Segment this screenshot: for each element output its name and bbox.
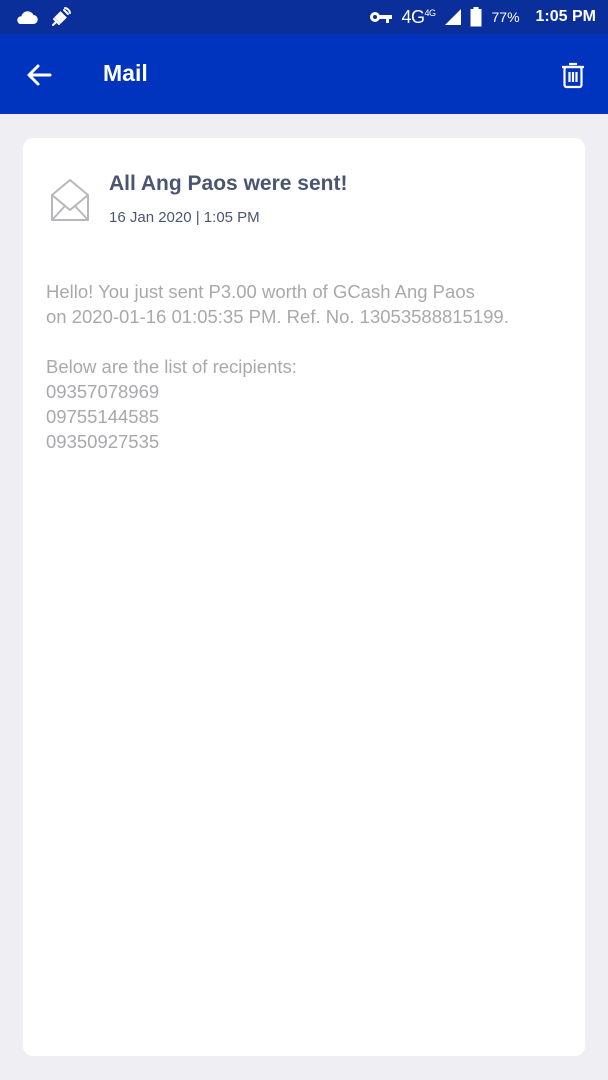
- back-button[interactable]: [22, 58, 56, 92]
- app-bar: Mail: [0, 34, 608, 114]
- status-left-icons: [14, 6, 72, 28]
- open-envelope-icon: [51, 179, 89, 221]
- cloud-icon: [17, 11, 38, 25]
- mail-card: All Ang Paos were sent! 16 Jan 2020 | 1:…: [23, 138, 585, 1056]
- page-title: Mail: [103, 60, 148, 86]
- recipient-number: 09755144585: [46, 406, 160, 427]
- status-bar: 4G4G 77% 1:05 PM: [0, 0, 608, 34]
- status-right-icons: 4G4G 77% 1:05 PM: [369, 0, 596, 34]
- mail-body: Hello! You just sent P3.00 worth of GCas…: [46, 279, 566, 454]
- recipients-heading: Below are the list of recipients:: [46, 356, 297, 377]
- status-time: 1:05 PM: [535, 8, 596, 25]
- arrow-left-icon: [27, 64, 52, 86]
- recipient-number: 09357078969: [46, 381, 160, 402]
- mail-date: 16 Jan 2020 | 1:05 PM: [109, 209, 260, 226]
- satellite-icon: [52, 7, 71, 26]
- mail-body-line: Hello! You just sent P3.00 worth of GCas…: [46, 281, 475, 302]
- network-type: 4G4G: [401, 6, 436, 27]
- recipient-number: 09350927535: [46, 431, 160, 452]
- mail-subject: All Ang Paos were sent!: [109, 172, 348, 195]
- mail-body-line: on 2020-01-16 01:05:35 PM. Ref. No. 1305…: [46, 306, 509, 327]
- delete-button[interactable]: [556, 58, 590, 92]
- signal-icon: [444, 9, 461, 25]
- battery-icon: [470, 7, 481, 27]
- trash-icon: [562, 62, 584, 89]
- battery-percentage: 77%: [491, 9, 520, 25]
- key-icon: [370, 12, 393, 23]
